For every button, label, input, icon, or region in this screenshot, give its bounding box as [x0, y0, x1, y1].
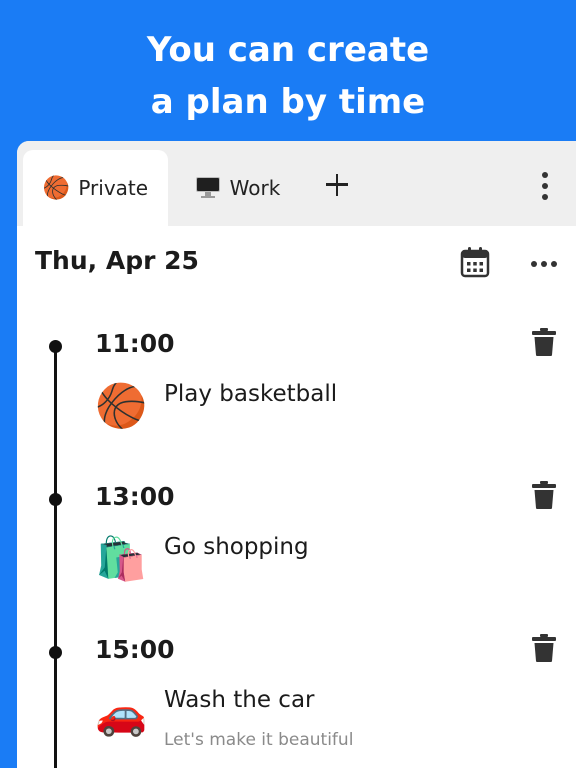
basketball-icon: 🏀 — [95, 381, 148, 430]
delete-event-button[interactable] — [532, 481, 556, 509]
trash-icon — [532, 328, 556, 356]
timeline-line — [54, 346, 57, 768]
tab-private[interactable]: 🏀 Private — [23, 150, 168, 226]
calendar-icon — [460, 247, 490, 278]
delete-event-button[interactable] — [532, 328, 556, 356]
timeline-dot — [49, 493, 62, 506]
event-title[interactable]: Play basketball — [164, 381, 337, 407]
event-title[interactable]: Wash the car — [164, 687, 315, 713]
event-subtitle: Let's make it beautiful — [164, 730, 354, 750]
event-time: 15:00 — [95, 635, 175, 664]
planner-panel: 🏀 Private Work Thu, Apr 25 11:00 🏀 Play … — [17, 141, 576, 768]
event-time: 13:00 — [95, 482, 175, 511]
headline: You can create a plan by time — [0, 24, 576, 128]
headline-line-1: You can create — [146, 30, 430, 70]
tab-private-label: Private — [78, 176, 149, 200]
event-time: 11:00 — [95, 329, 175, 358]
calendar-button[interactable] — [460, 246, 490, 278]
basketball-icon: 🏀 — [42, 175, 71, 201]
monitor-icon — [195, 177, 220, 199]
car-icon: 🚗 — [95, 689, 148, 738]
more-options-button[interactable] — [529, 259, 559, 269]
delete-event-button[interactable] — [532, 634, 556, 662]
add-tab-button[interactable] — [321, 169, 353, 201]
timeline-dot — [49, 646, 62, 659]
tab-menu-button[interactable] — [535, 171, 555, 201]
tab-work[interactable]: Work — [183, 150, 293, 226]
tab-bar: 🏀 Private Work — [17, 141, 576, 226]
shopping-bags-icon: 🛍️ — [95, 534, 148, 583]
trash-icon — [532, 481, 556, 509]
headline-line-2: a plan by time — [150, 82, 426, 122]
tab-work-label: Work — [229, 176, 281, 200]
trash-icon — [532, 634, 556, 662]
timeline-dot — [49, 340, 62, 353]
event-title[interactable]: Go shopping — [164, 534, 309, 560]
date-title: Thu, Apr 25 — [35, 246, 199, 275]
